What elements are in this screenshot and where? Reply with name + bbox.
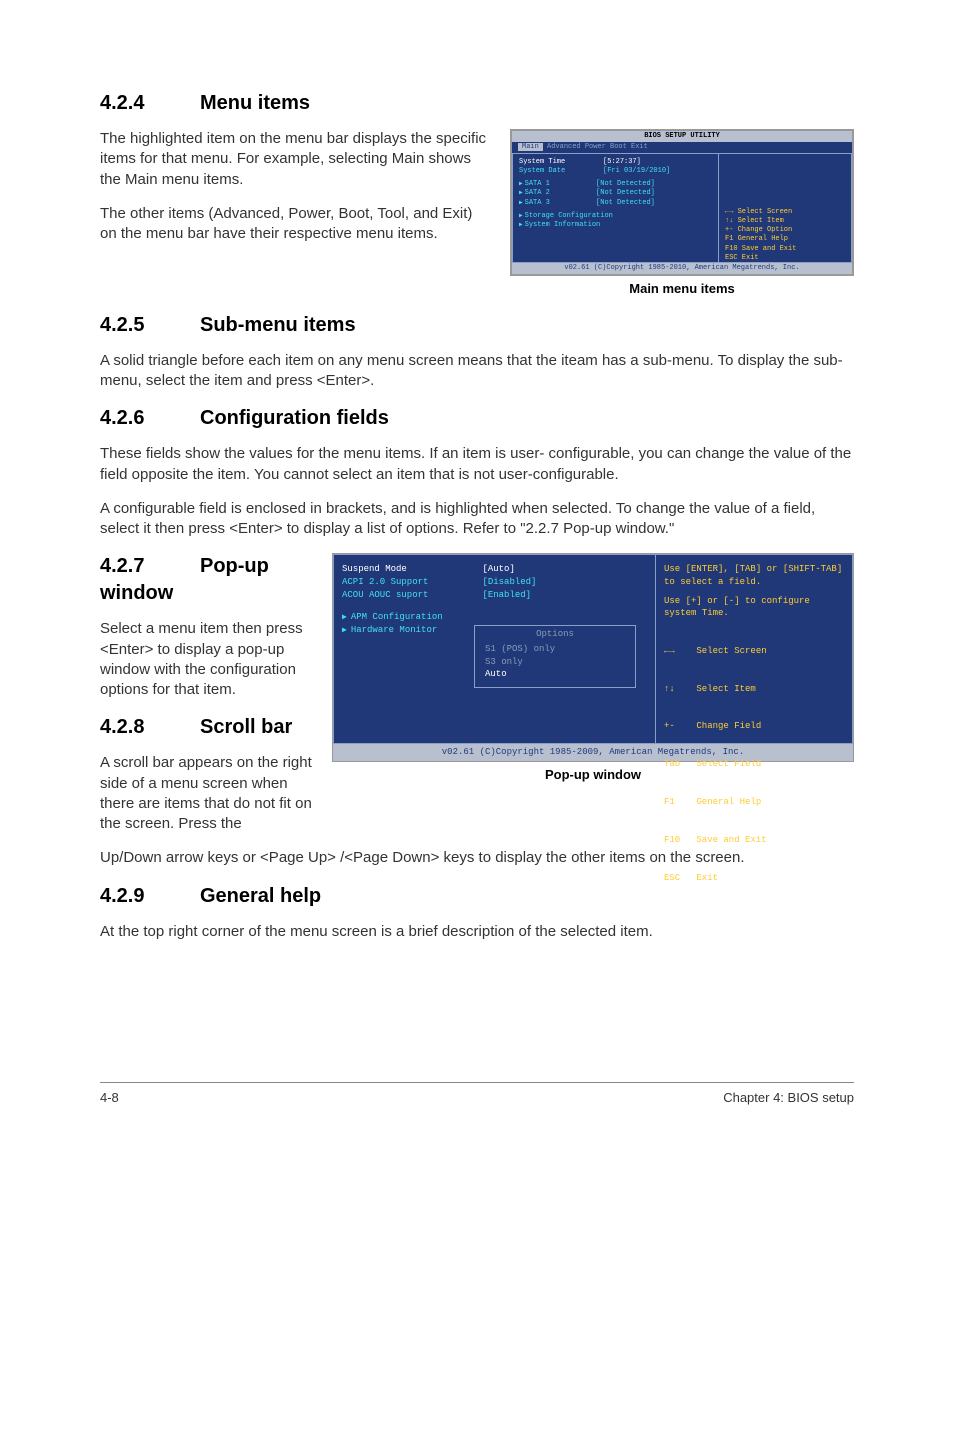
popup-opt3: Auto bbox=[485, 668, 625, 681]
bios2-nav2: ↑↓ Select Item bbox=[664, 683, 844, 696]
heading-num: 4.2.8 bbox=[100, 714, 200, 741]
bios1-nav3: +- Change Option bbox=[725, 226, 845, 235]
bios1-tab-main: Main bbox=[518, 143, 543, 151]
popup-opt2: S3 only bbox=[485, 656, 625, 669]
page-number: 4-8 bbox=[100, 1089, 119, 1107]
heading-title: Menu items bbox=[200, 92, 310, 114]
bios2-nav6: F10 Save and Exit bbox=[664, 834, 844, 847]
bios2-nav5: F1 General Help bbox=[664, 796, 844, 809]
bios2-popup: Options S1 (POS) only S3 only Auto bbox=[474, 625, 636, 687]
para-429-1: At the top right corner of the menu scre… bbox=[100, 922, 854, 942]
para-426-2: A configurable field is enclosed in brac… bbox=[100, 499, 854, 540]
bios2-acou-val: [Enabled] bbox=[482, 590, 531, 600]
bios1-sysdate: System Date [Fri 03/19/2010] bbox=[519, 167, 712, 176]
heading-title: General help bbox=[200, 885, 321, 907]
heading-424: 4.2.4Menu items bbox=[100, 90, 854, 117]
heading-num: 4.2.9 bbox=[100, 883, 200, 910]
bios1-nav2: ↑↓ Select Item bbox=[725, 217, 845, 226]
chapter-label: Chapter 4: BIOS setup bbox=[723, 1089, 854, 1107]
bios1-sata2: SATA 2 [Not Detected] bbox=[519, 189, 712, 198]
heading-num: 4.2.4 bbox=[100, 90, 200, 117]
bios1-caption: Main menu items bbox=[510, 280, 854, 298]
para-426-1: These fields show the values for the men… bbox=[100, 444, 854, 485]
para-428-1: A scroll bar appears on the right side o… bbox=[100, 753, 312, 834]
bios2-acou-label: ACOU AOUC suport bbox=[342, 590, 428, 600]
heading-title: Scroll bar bbox=[200, 716, 292, 738]
bios1-footer: v02.61 (C)Copyright 1985-2010, American … bbox=[512, 263, 852, 274]
heading-num: 4.2.6 bbox=[100, 405, 200, 432]
bios1-menubar: Main Advanced Power Boot Exit bbox=[512, 142, 852, 153]
bios2-acpi-val: [Disabled] bbox=[482, 577, 536, 587]
bios1-tabs-rest: Advanced Power Boot Exit bbox=[543, 143, 648, 151]
bios1-storage: Storage Configuration bbox=[519, 212, 712, 221]
bios1-systime: System Time [5:27:37] bbox=[519, 158, 712, 167]
bios2-suspend-val: [Auto] bbox=[482, 564, 514, 574]
bios2-nav7: ESC Exit bbox=[664, 872, 844, 885]
bios1-sata1: SATA 1 [Not Detected] bbox=[519, 180, 712, 189]
heading-title: Sub-menu items bbox=[200, 314, 356, 336]
bios-main-screenshot: BIOS SETUP UTILITY Main Advanced Power B… bbox=[510, 129, 854, 276]
heading-425: 4.2.5Sub-menu items bbox=[100, 312, 854, 339]
bios1-nav5: F10 Save and Exit bbox=[725, 245, 845, 254]
bios2-help2: Use [+] or [-] to configure system Time. bbox=[664, 595, 844, 620]
para-424-2: The other items (Advanced, Power, Boot, … bbox=[100, 204, 490, 245]
heading-title: Configuration fields bbox=[200, 407, 389, 429]
heading-num: 4.2.5 bbox=[100, 312, 200, 339]
bios2-nav4: Tab Select Field bbox=[664, 758, 844, 771]
bios1-sata3: SATA 3 [Not Detected] bbox=[519, 199, 712, 208]
popup-opt1: S1 (POS) only bbox=[485, 643, 625, 656]
bios1-nav1: ←→ Select Screen bbox=[725, 208, 845, 217]
bios1-sysinfo: System Information bbox=[519, 221, 712, 230]
heading-num: 4.2.7 bbox=[100, 553, 200, 580]
popup-title: Options bbox=[485, 628, 625, 641]
para-427-1: Select a menu item then press <Enter> to… bbox=[100, 619, 312, 700]
para-424-1: The highlighted item on the menu bar dis… bbox=[100, 129, 490, 190]
bios2-nav3: +- Change Field bbox=[664, 720, 844, 733]
bios1-topbar: BIOS SETUP UTILITY bbox=[512, 131, 852, 142]
bios2-suspend-label: Suspend Mode bbox=[342, 564, 407, 574]
bios2-nav1: ←→ Select Screen bbox=[664, 645, 844, 658]
para-428-2: Up/Down arrow keys or <Page Up> /<Page D… bbox=[100, 848, 854, 868]
bios1-nav6: ESC Exit bbox=[725, 254, 845, 263]
page-content: 4.2.4Menu items The highlighted item on … bbox=[0, 0, 954, 1146]
page-footer: 4-8 Chapter 4: BIOS setup bbox=[100, 1082, 854, 1107]
heading-426: 4.2.6Configuration fields bbox=[100, 405, 854, 432]
heading-427: 4.2.7Pop-up window bbox=[100, 553, 312, 607]
bios2-apm: APM Configuration bbox=[342, 611, 647, 624]
bios1-nav4: F1 General Help bbox=[725, 235, 845, 244]
bios-popup-screenshot: Suspend Mode [Auto] ACPI 2.0 Support [Di… bbox=[332, 553, 854, 762]
bios2-help1: Use [ENTER], [TAB] or [SHIFT-TAB] to sel… bbox=[664, 563, 844, 588]
bios2-acpi-label: ACPI 2.0 Support bbox=[342, 577, 428, 587]
heading-428: 4.2.8Scroll bar bbox=[100, 714, 312, 741]
para-425-1: A solid triangle before each item on any… bbox=[100, 351, 854, 392]
